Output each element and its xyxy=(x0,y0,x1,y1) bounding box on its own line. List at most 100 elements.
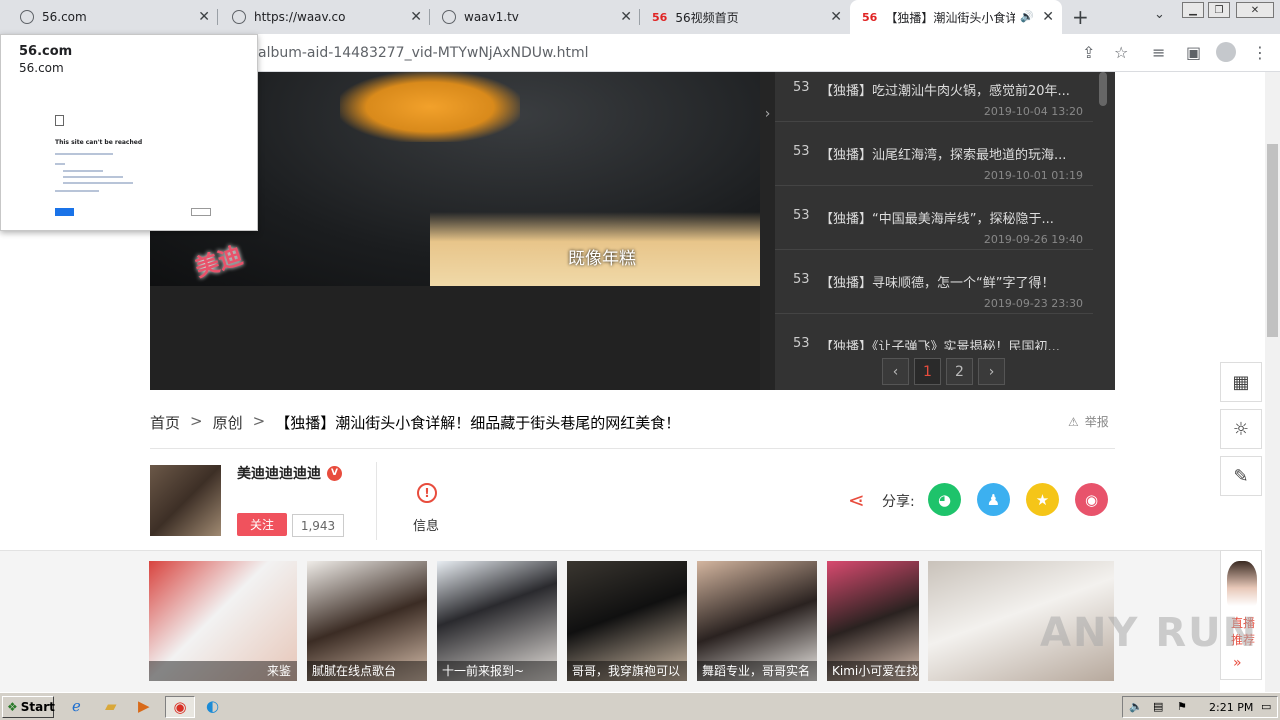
address-bar-url[interactable]: album-aid-14483277_vid-MTYwNjAxNDUw.html xyxy=(258,45,589,61)
qq-share-button[interactable]: ♟ xyxy=(977,483,1010,516)
preview-text-line xyxy=(55,190,99,192)
close-icon[interactable]: ✕ xyxy=(1042,9,1054,25)
playlist-item-date: 2019-09-23 23:30 xyxy=(983,297,1083,310)
live-thumbnail[interactable]: 十一前来报到~ xyxy=(437,561,557,681)
start-label: Start xyxy=(20,700,55,714)
globe-icon xyxy=(232,10,246,24)
double-chevron-right-icon: » xyxy=(1233,655,1242,671)
chrome-icon: ◉ xyxy=(173,698,187,716)
live-thumbnail[interactable]: 来鉴 xyxy=(149,561,297,681)
show-desktop-icon[interactable]: ▭ xyxy=(1261,700,1271,713)
warning-icon: ⚠ xyxy=(1068,414,1079,429)
tab-waav-co[interactable]: https://waav.co ✕ xyxy=(220,0,430,34)
thumbnail-caption: 哥哥，我穿旗袍可以 xyxy=(567,661,687,681)
playlist-item-title: 【独播】吃过潮汕牛肉火锅，感觉前20年... xyxy=(820,84,1070,99)
info-label[interactable]: 信息 xyxy=(413,515,439,534)
live-thumbnail[interactable]: 腻腻在线点歌台 xyxy=(307,561,427,681)
media-control-icon[interactable]: ≡ xyxy=(1152,43,1165,62)
menu-kebab-icon[interactable]: ⋮ xyxy=(1252,43,1268,62)
playlist-item[interactable]: 53 【独播】“中国最美海岸线”，探秘隐于... 2019-09-26 19:4… xyxy=(775,186,1093,250)
close-icon[interactable]: ✕ xyxy=(410,9,422,25)
tab-title: waav1.tv xyxy=(464,10,519,24)
tab-waav1-tv[interactable]: waav1.tv ✕ xyxy=(430,0,640,34)
close-icon[interactable]: ✕ xyxy=(620,9,632,25)
window-close-button[interactable]: ✕ xyxy=(1236,2,1274,18)
playlist-panel: 53 【独播】吃过潮汕牛肉火锅，感觉前20年... 2019-10-04 13:… xyxy=(775,72,1115,390)
uploader-name[interactable]: 美迪迪迪迪迪 xyxy=(237,463,321,483)
breadcrumb-category[interactable]: 原创 xyxy=(213,412,243,433)
media-player-icon[interactable]: ▶ xyxy=(138,697,150,715)
wechat-icon: ◕ xyxy=(937,490,952,509)
qrcode-button[interactable]: ▦ xyxy=(1220,362,1262,402)
folder-icon[interactable]: ▰ xyxy=(105,697,117,715)
tab-search-chevron-icon[interactable]: ⌄ xyxy=(1154,7,1165,22)
profile-avatar-icon[interactable] xyxy=(1216,42,1236,62)
page-scrollbar[interactable] xyxy=(1265,72,1280,692)
breadcrumb-home[interactable]: 首页 xyxy=(150,412,180,433)
tab-hover-preview: 56.com 56.com This site can't be reached xyxy=(0,34,258,231)
playlist-item[interactable]: 53 【独播】汕尾红海湾，探索最地道的玩海... 2019-10-01 01:1… xyxy=(775,122,1093,186)
minimize-button[interactable]: ▁ xyxy=(1182,2,1204,18)
pager-prev-button[interactable]: ‹ xyxy=(882,358,909,385)
preview-text-line xyxy=(63,170,103,172)
56-logo-icon: 56 xyxy=(652,10,668,24)
new-tab-button[interactable]: + xyxy=(1072,5,1089,29)
close-icon[interactable]: ✕ xyxy=(198,9,210,25)
ie-icon[interactable]: ℯ xyxy=(72,697,81,715)
weibo-share-button[interactable]: ◉ xyxy=(1075,483,1108,516)
edit-note-button[interactable]: ✎ xyxy=(1220,456,1262,496)
tab-separator xyxy=(217,9,218,25)
globe-icon xyxy=(442,10,456,24)
wechat-share-button[interactable]: ◕ xyxy=(928,483,961,516)
qzone-share-button[interactable]: ★ xyxy=(1026,483,1059,516)
uploader-name-row: 美迪迪迪迪迪 V xyxy=(237,463,342,483)
pager-page-1[interactable]: 1 xyxy=(914,358,941,385)
bookmark-star-icon[interactable]: ☆ xyxy=(1114,43,1128,62)
volume-icon[interactable]: 🔈 xyxy=(1129,700,1143,713)
playlist-scrollbar-thumb[interactable] xyxy=(1099,72,1107,106)
qq-icon: ♟ xyxy=(986,490,1001,509)
live-thumbnail[interactable]: 哥哥，我穿旗袍可以 xyxy=(567,561,687,681)
start-button[interactable]: ❖ Start xyxy=(2,696,55,718)
section-divider xyxy=(150,448,1115,449)
playlist-collapse-button[interactable]: › xyxy=(760,72,775,390)
audio-playing-icon[interactable]: 🔊 xyxy=(1020,10,1034,23)
page-scrollbar-thumb[interactable] xyxy=(1267,144,1278,337)
lightbulb-icon: ☼ xyxy=(1232,418,1250,440)
close-icon[interactable]: ✕ xyxy=(830,9,842,25)
windows-logo-icon: ❖ xyxy=(7,700,18,714)
flag-icon[interactable]: ⚑ xyxy=(1177,700,1187,713)
video-title: 【独播】潮汕街头小食详解！细品藏于街头巷尾的网红美食！ xyxy=(275,414,681,432)
restore-button[interactable]: ❐ xyxy=(1208,2,1230,18)
network-icon[interactable]: ▤ xyxy=(1153,700,1163,713)
report-button[interactable]: ⚠ 举报 xyxy=(1068,413,1109,430)
chrome-taskbar-button[interactable]: ◉ xyxy=(165,696,195,718)
tab-56-home[interactable]: 56 56视频首页 ✕ xyxy=(640,0,850,34)
video-subtitle: 既像年糕 xyxy=(568,249,636,269)
follow-button[interactable]: 关注 xyxy=(237,513,287,536)
share-icon: ⋖ xyxy=(848,488,865,512)
pager-next-button[interactable]: › xyxy=(978,358,1005,385)
video-food-shape xyxy=(340,72,520,142)
tab-56-com[interactable]: 56.com ✕ xyxy=(8,0,218,34)
side-panel-icon[interactable]: ▣ xyxy=(1186,43,1201,62)
preview-text-line xyxy=(55,163,65,165)
tab-current-video[interactable]: 56 【独播】潮汕街头小食详解 🔊 ✕ xyxy=(850,0,1062,34)
pager-page-2[interactable]: 2 xyxy=(946,358,973,385)
playlist-item-count: 53 xyxy=(793,272,810,287)
info-alert-icon[interactable]: ! xyxy=(417,483,437,503)
uploader-avatar[interactable] xyxy=(150,465,221,536)
playlist-item[interactable]: 53 【独播】吃过潮汕牛肉火锅，感觉前20年... 2019-10-04 13:… xyxy=(775,72,1093,122)
breadcrumb-separator: > xyxy=(190,412,203,430)
live-thumbnail[interactable]: 舞蹈专业，哥哥实名 xyxy=(697,561,817,681)
playlist-item[interactable]: 53 【独播】寻味顺德，怎一个“鲜”字了得！ 2019-09-23 23:30 xyxy=(775,250,1093,314)
feedback-idea-button[interactable]: ☼ xyxy=(1220,409,1262,449)
chevron-right-icon: › xyxy=(764,106,771,122)
globe-icon xyxy=(20,10,34,24)
share-page-icon[interactable]: ⇪ xyxy=(1082,43,1095,62)
live-thumbnail[interactable]: Kimi小可爱在找 xyxy=(827,561,919,681)
playlist-item-title: 【独播】汕尾红海湾，探索最地道的玩海... xyxy=(820,148,1067,163)
edge-icon[interactable]: ◐ xyxy=(206,697,219,715)
preview-subtitle: 56.com xyxy=(19,61,64,75)
clock: 2:21 PM xyxy=(1209,701,1254,714)
